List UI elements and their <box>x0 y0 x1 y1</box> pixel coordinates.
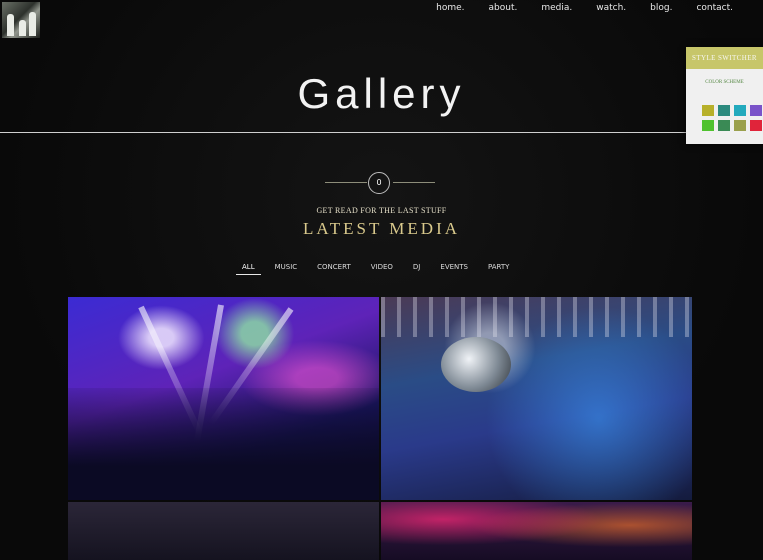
gallery-item-concert-lights[interactable] <box>68 297 379 500</box>
section-eyebrow: GET READ FOR THE LAST STUFF <box>316 206 447 215</box>
gallery-item-performer[interactable] <box>68 502 379 560</box>
divider-line-right <box>393 182 435 183</box>
logo-figure <box>29 12 36 36</box>
swatch-5[interactable] <box>702 120 714 131</box>
swatch-4[interactable] <box>750 105 762 116</box>
swatch-2[interactable] <box>718 105 730 116</box>
lighting-rig <box>381 297 692 337</box>
gallery-item-stage-lamp[interactable] <box>381 297 692 500</box>
page-title: Gallery <box>297 70 466 117</box>
crowd-silhouette <box>68 388 379 500</box>
filter-dj[interactable]: DJ <box>407 263 426 275</box>
section-divider: 0 <box>325 172 435 194</box>
nav-home[interactable]: home. <box>424 2 476 14</box>
section-title: LATEST MEDIA <box>302 219 461 238</box>
gallery-item-neon-party[interactable] <box>381 502 692 560</box>
style-switcher-panel: STYLE SWITCHER COLOR SCHEME <box>686 47 763 144</box>
nav-contact[interactable]: contact. <box>684 2 745 14</box>
divider-line-left <box>325 182 367 183</box>
nav-watch[interactable]: watch. <box>584 2 638 14</box>
swatch-8[interactable] <box>750 120 762 131</box>
swatch-1[interactable] <box>702 105 714 116</box>
stage-lamp <box>441 337 511 392</box>
logo-figure <box>7 14 14 36</box>
nav-about[interactable]: about. <box>477 2 530 14</box>
filter-video[interactable]: VIDEO <box>365 263 399 275</box>
gallery-filters: ALL MUSIC CONCERT VIDEO DJ EVENTS PARTY <box>236 263 523 275</box>
divider-badge: 0 <box>368 172 390 194</box>
nav-blog[interactable]: blog. <box>638 2 684 14</box>
nav-media[interactable]: media. <box>529 2 584 14</box>
color-scheme-label: COLOR SCHEME <box>705 80 744 85</box>
filter-events[interactable]: EVENTS <box>434 263 474 275</box>
filter-music[interactable]: MUSIC <box>269 263 304 275</box>
filter-all[interactable]: ALL <box>236 263 261 275</box>
style-switcher-title[interactable]: STYLE SWITCHER <box>686 47 763 69</box>
site-logo[interactable] <box>2 2 40 38</box>
swatch-3[interactable] <box>734 105 746 116</box>
filter-party[interactable]: PARTY <box>482 263 515 275</box>
filter-concert[interactable]: CONCERT <box>311 263 357 275</box>
color-swatches <box>702 105 762 131</box>
main-nav: home. about. media. watch. blog. contact… <box>424 2 745 14</box>
swatch-7[interactable] <box>734 120 746 131</box>
swatch-6[interactable] <box>718 120 730 131</box>
title-divider <box>0 132 763 133</box>
logo-figure <box>19 20 26 36</box>
